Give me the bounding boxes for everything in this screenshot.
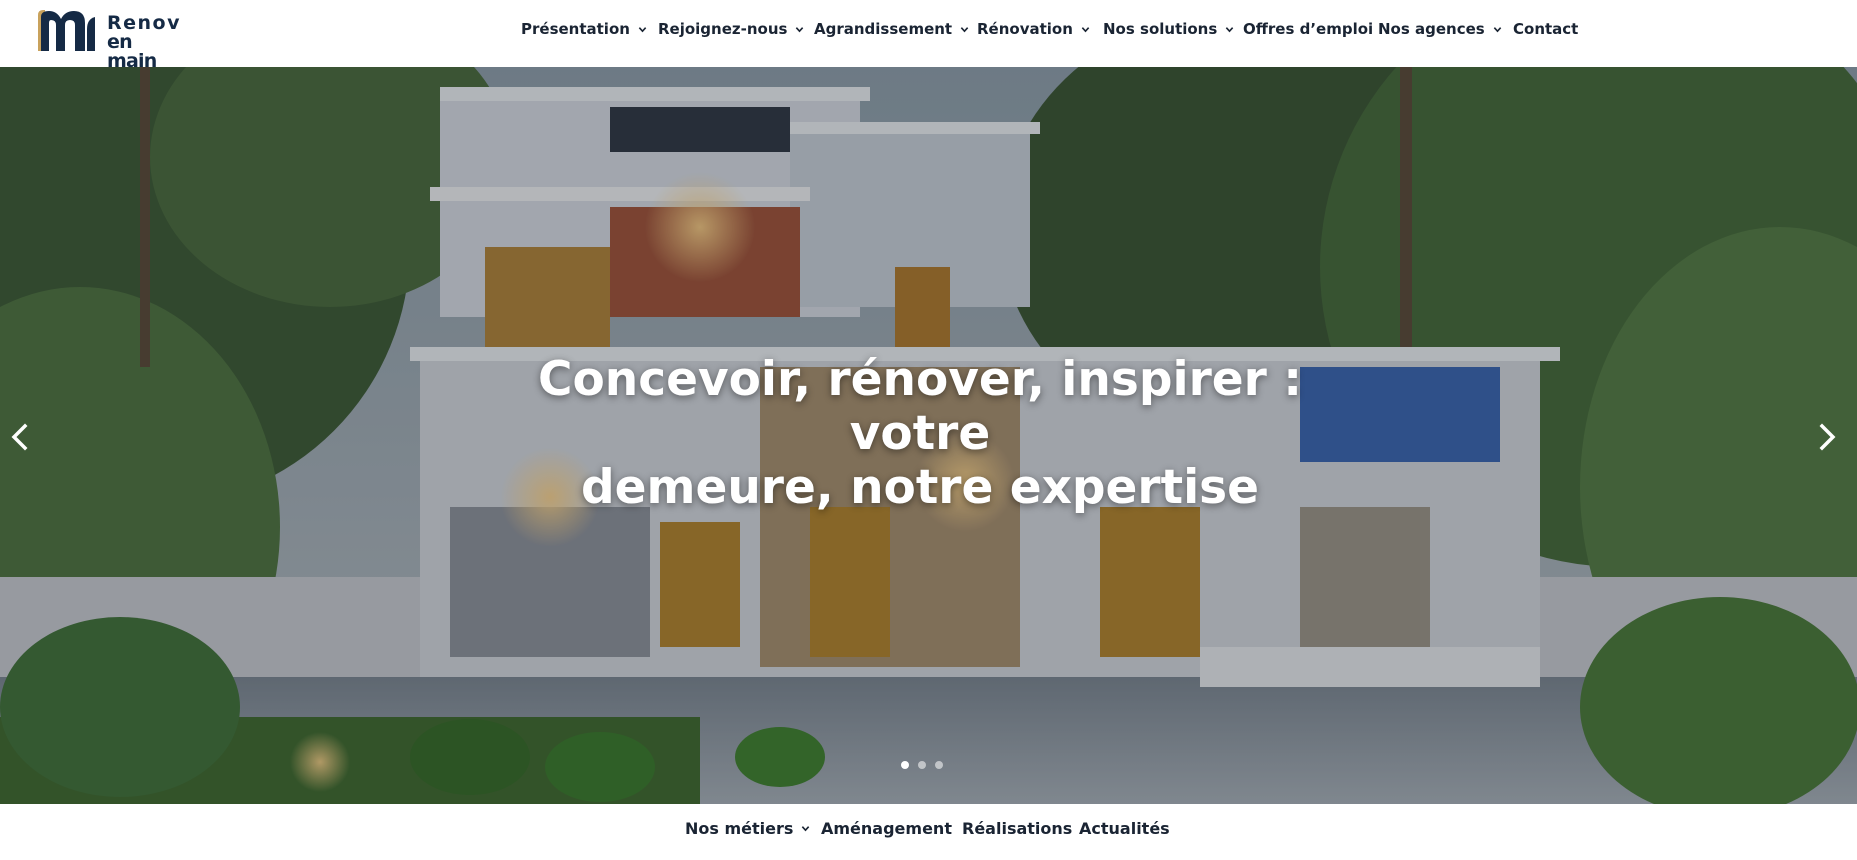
chevron-down-icon <box>802 825 810 831</box>
nav-item-label: Nos agences <box>1378 20 1485 38</box>
sub-nav-item-label: Réalisations <box>962 818 1073 838</box>
nav-item-nos-solutions[interactable]: Nos solutions <box>1103 19 1234 39</box>
sub-nav-item-label: Aménagement <box>821 818 952 838</box>
sub-nav-item-realisations[interactable]: Réalisations <box>962 817 1072 839</box>
chevron-right-icon <box>1819 423 1836 451</box>
hero-title-line-1: Concevoir, rénover, inspirer : votre <box>537 352 1302 461</box>
chevron-down-icon <box>796 26 804 32</box>
nav-item-label: Agrandissement <box>814 20 953 38</box>
nav-item-label: Présentation <box>521 20 630 38</box>
nav-item-label: Nos solutions <box>1103 20 1218 38</box>
sub-nav-item-label: Actualités <box>1079 818 1170 838</box>
nav-item-label: Contact <box>1513 20 1579 38</box>
chevron-down-icon <box>638 26 647 32</box>
slider-dot-2[interactable] <box>918 761 926 769</box>
nav-item-presentation[interactable]: Présentation <box>521 19 647 39</box>
nav-item-offres-emploi[interactable]: Offres d’emploi <box>1243 19 1373 39</box>
slider-dot-1[interactable] <box>901 761 909 769</box>
slider-prev-button[interactable] <box>5 420 35 454</box>
main-nav: Présentation Rejoignez-nous Agrandisseme… <box>0 0 1857 58</box>
sub-nav-item-nos-metiers[interactable]: Nos métiers <box>685 817 810 839</box>
slider-next-button[interactable] <box>1812 420 1842 454</box>
hero-slider: Concevoir, rénover, inspirer : votre dem… <box>0 67 1857 804</box>
secondary-nav: Nos métiers Aménagement Réalisations Act… <box>0 804 1857 860</box>
slider-dot-3[interactable] <box>935 761 943 769</box>
site-header: Renov en main Présentation Rejoignez-nou… <box>0 0 1857 71</box>
hero-title: Concevoir, rénover, inspirer : votre dem… <box>460 353 1380 515</box>
nav-item-label: Rejoignez-nous <box>658 20 788 38</box>
chevron-down-icon <box>1226 26 1234 32</box>
nav-item-contact[interactable]: Contact <box>1513 19 1578 39</box>
chevron-down-icon <box>1493 26 1501 32</box>
nav-item-renovation[interactable]: Rénovation <box>977 19 1090 39</box>
nav-item-nos-agences[interactable]: Nos agences <box>1378 19 1502 39</box>
nav-item-rejoignez-nous[interactable]: Rejoignez-nous <box>658 19 804 39</box>
chevron-left-icon <box>11 423 28 451</box>
chevron-down-icon <box>1081 26 1090 32</box>
nav-item-agrandissement[interactable]: Agrandissement <box>814 19 969 39</box>
sub-nav-item-label: Nos métiers <box>685 818 794 838</box>
hero-title-line-2: demeure, notre expertise <box>580 460 1260 515</box>
nav-item-label: Rénovation <box>977 20 1073 38</box>
nav-item-label: Offres d’emploi <box>1243 20 1374 38</box>
chevron-down-icon <box>960 26 969 32</box>
sub-nav-item-amenagement[interactable]: Aménagement <box>821 817 952 839</box>
slider-pagination <box>900 761 960 771</box>
sub-nav-item-actualites[interactable]: Actualités <box>1079 817 1170 839</box>
